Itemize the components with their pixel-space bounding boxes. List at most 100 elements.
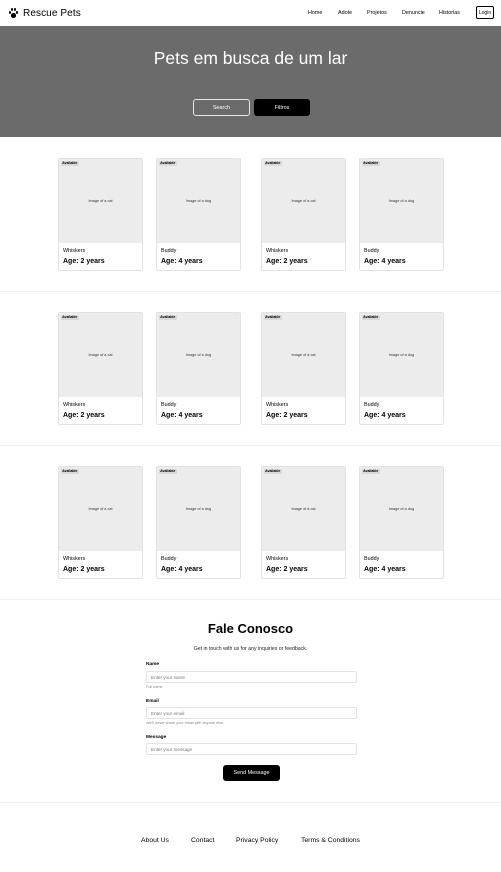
pet-name: Buddy: [364, 402, 380, 408]
pet-image-placeholder: Image of a dog: [360, 313, 443, 397]
pet-age: Age: 4 years: [364, 258, 406, 265]
pet-image-alt: Image of a cat: [291, 199, 316, 203]
pet-age: Age: 4 years: [364, 412, 406, 419]
login-button[interactable]: Login: [476, 6, 494, 19]
pet-image-placeholder: Image of a cat: [262, 467, 345, 551]
hero-title: Pets em busca de um lar: [153, 48, 348, 68]
name-help-text: Full name: [146, 685, 163, 689]
pet-age: Age: 2 years: [63, 258, 105, 265]
pet-card[interactable]: Image of a dog Available Buddy Age: 4 years: [156, 466, 241, 579]
pet-image-alt: Image of a dog: [185, 199, 212, 203]
brand[interactable]: Rescue Pets: [8, 8, 81, 19]
pet-name: Buddy: [161, 556, 177, 562]
nav-link-projetos[interactable]: Projetos: [367, 10, 387, 16]
pet-image-alt: Image of a dog: [185, 353, 212, 357]
paw-icon: [8, 8, 19, 18]
status-badge: Available: [361, 314, 380, 320]
pet-name: Whiskers: [63, 556, 86, 562]
top-header: Rescue Pets Home Adote Projetos Denuncie…: [0, 0, 501, 26]
pet-image-alt: Image of a cat: [291, 353, 316, 357]
pet-age: Age: 2 years: [63, 412, 105, 419]
pet-image-placeholder: Image of a cat: [59, 467, 142, 551]
status-badge: Available: [158, 468, 177, 474]
pet-image-placeholder: Image of a dog: [157, 313, 240, 397]
status-badge: Available: [361, 160, 380, 166]
pet-name: Whiskers: [266, 248, 289, 254]
nav-link-adote[interactable]: Adote: [338, 10, 352, 16]
footer-link-terms[interactable]: Terms & Conditions: [301, 837, 360, 844]
pet-age: Age: 2 years: [266, 566, 308, 573]
pet-name: Whiskers: [266, 402, 289, 408]
pet-image-alt: Image of a cat: [88, 507, 113, 511]
status-badge: Available: [263, 160, 282, 166]
pet-image-alt: Image of a dog: [388, 199, 415, 203]
pet-name: Whiskers: [266, 556, 289, 562]
footer-link-about[interactable]: About Us: [141, 837, 169, 844]
send-message-button[interactable]: Send Message: [223, 765, 280, 781]
pet-card[interactable]: Image of a cat Available Whiskers Age: 2 ye…: [261, 466, 346, 579]
pet-name: Buddy: [161, 402, 177, 408]
pet-card[interactable]: Image of a cat Available Whiskers Age: 2 ye…: [58, 466, 143, 579]
pet-image-placeholder: Image of a cat: [262, 159, 345, 243]
pet-card[interactable]: Image of a dog Available Buddy Age: 4 years: [156, 158, 241, 271]
pet-image-alt: Image of a dog: [185, 507, 212, 511]
status-badge: Available: [263, 314, 282, 320]
pet-image-placeholder: Image of a cat: [262, 313, 345, 397]
pet-card[interactable]: Image of a cat Available Whiskers Age: 2 ye…: [58, 312, 143, 425]
pet-card[interactable]: Image of a dog Available Buddy Age: 4 years: [359, 466, 444, 579]
pet-card[interactable]: Image of a cat Available Whiskers Age: 2 ye…: [261, 312, 346, 425]
pet-image-alt: Image of a cat: [88, 199, 113, 203]
pet-card[interactable]: Image of a cat Available Whiskers Age: 2 ye…: [58, 158, 143, 271]
pet-age: Age: 4 years: [161, 412, 203, 419]
status-badge: Available: [60, 314, 79, 320]
nav-link-home[interactable]: Home: [308, 10, 322, 16]
pet-age: Age: 2 years: [63, 566, 105, 573]
pet-image-placeholder: Image of a cat: [59, 159, 142, 243]
pet-age: Age: 2 years: [266, 258, 308, 265]
pet-age: Age: 4 years: [364, 566, 406, 573]
pet-name: Buddy: [364, 556, 380, 562]
message-label: Message: [146, 735, 167, 740]
pet-name: Whiskers: [63, 248, 86, 254]
name-input[interactable]: [146, 671, 357, 683]
footer-link-privacy[interactable]: Privacy Policy: [236, 837, 278, 844]
pet-image-placeholder: Image of a dog: [157, 467, 240, 551]
pet-card[interactable]: Image of a dog Available Buddy Age: 4 years: [156, 312, 241, 425]
contact-subtitle: Get in touch with us for any inquiries o…: [193, 646, 308, 652]
pet-image-placeholder: Image of a cat: [59, 313, 142, 397]
status-badge: Available: [263, 468, 282, 474]
status-badge: Available: [361, 468, 380, 474]
pet-image-placeholder: Image of a dog: [360, 159, 443, 243]
pet-name: Buddy: [364, 248, 380, 254]
pet-age: Age: 2 years: [266, 412, 308, 419]
pet-age: Age: 4 years: [161, 566, 203, 573]
status-badge: Available: [60, 160, 79, 166]
pet-image-alt: Image of a cat: [88, 353, 113, 357]
pet-age: Age: 4 years: [161, 258, 203, 265]
pet-name: Buddy: [161, 248, 177, 254]
filter-button[interactable]: Filtros: [254, 99, 310, 116]
message-input[interactable]: [146, 743, 357, 755]
pet-card[interactable]: Image of a cat Available Whiskers Age: 2 ye…: [261, 158, 346, 271]
pet-card[interactable]: Image of a dog Available Buddy Age: 4 years: [359, 312, 444, 425]
search-button[interactable]: Search: [193, 99, 250, 116]
brand-title: Rescue Pets: [23, 7, 81, 19]
email-input[interactable]: [146, 707, 357, 719]
section-divider: [0, 291, 501, 292]
status-badge: Available: [158, 160, 177, 166]
pet-image-alt: Image of a dog: [388, 353, 415, 357]
nav-link-denuncie[interactable]: Denuncie: [402, 10, 425, 16]
footer-link-contact[interactable]: Contact: [191, 837, 214, 844]
contact-title: Fale Conosco: [207, 621, 294, 636]
nav-link-historias[interactable]: Historias: [439, 10, 460, 16]
pet-image-alt: Image of a cat: [291, 507, 316, 511]
hero-banner: Pets em busca de um lar Search Filtros: [0, 26, 501, 137]
email-label: Email: [146, 699, 159, 704]
status-badge: Available: [60, 468, 79, 474]
pet-image-placeholder: Image of a dog: [360, 467, 443, 551]
pet-name: Whiskers: [63, 402, 86, 408]
pet-image-placeholder: Image of a dog: [157, 159, 240, 243]
section-divider: [0, 599, 501, 600]
pet-card[interactable]: Image of a dog Available Buddy Age: 4 years: [359, 158, 444, 271]
name-label: Name: [146, 662, 160, 667]
